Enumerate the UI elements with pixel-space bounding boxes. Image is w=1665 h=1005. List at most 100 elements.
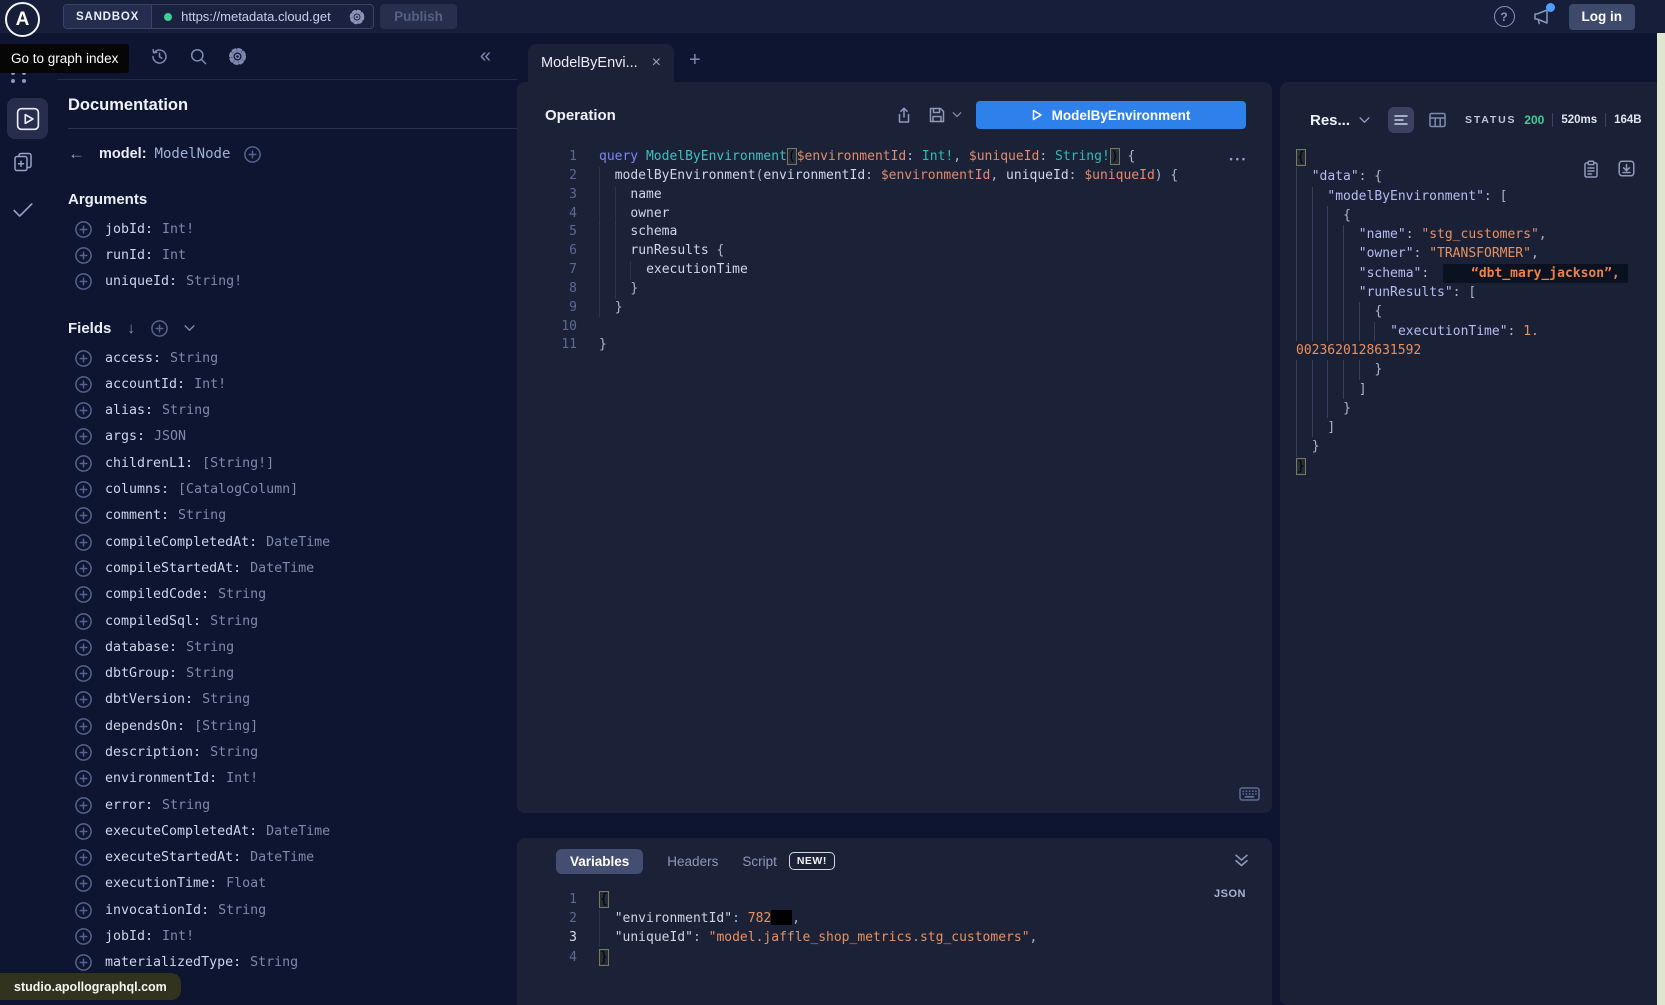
variables-editor[interactable]: 1{2"environmentId": 782,3"uniqueId": "mo… xyxy=(517,890,1272,967)
sidebar-item-schema[interactable] xyxy=(12,151,34,173)
doc-field-row[interactable]: accountId:Int! xyxy=(68,371,517,397)
add-to-query-icon[interactable] xyxy=(75,247,92,264)
doc-field-row[interactable]: columns:[CatalogColumn] xyxy=(68,476,517,502)
collapse-panel-icon[interactable]: « xyxy=(480,45,517,68)
add-to-query-icon[interactable] xyxy=(75,823,92,840)
add-to-query-icon[interactable] xyxy=(75,797,92,814)
add-to-query-icon[interactable] xyxy=(75,507,92,524)
doc-field-row[interactable]: args:JSON xyxy=(68,424,517,450)
sort-arrow-icon[interactable]: ↓ xyxy=(127,320,135,337)
doc-field-row[interactable]: compiledSql:String xyxy=(68,608,517,634)
add-to-query-icon[interactable] xyxy=(75,744,92,761)
doc-field-row[interactable]: compiledCode:String xyxy=(68,582,517,608)
response-title[interactable]: Res... xyxy=(1310,112,1350,129)
tab-variables[interactable]: Variables xyxy=(556,849,643,874)
add-to-query-icon[interactable] xyxy=(75,954,92,971)
add-to-query-icon[interactable] xyxy=(75,718,92,735)
doc-field-row[interactable]: alias:String xyxy=(68,397,517,423)
doc-field-row[interactable]: dbtGroup:String xyxy=(68,660,517,686)
endpoint-url-input[interactable]: https://metadata.cloud.get xyxy=(181,9,341,24)
connection-settings-gear-icon[interactable] xyxy=(349,9,365,25)
play-square-icon xyxy=(16,107,40,131)
back-arrow-icon[interactable]: ← xyxy=(68,144,85,164)
add-to-query-icon[interactable] xyxy=(75,350,92,367)
doc-field-row[interactable]: comment:String xyxy=(68,503,517,529)
share-icon[interactable] xyxy=(895,106,913,125)
field-type: [String] xyxy=(194,719,258,734)
collapse-variables-icon[interactable] xyxy=(1235,854,1248,867)
chevron-down-icon[interactable] xyxy=(184,325,195,332)
save-icon[interactable] xyxy=(928,106,946,124)
add-to-query-icon[interactable] xyxy=(75,428,92,445)
tab-headers[interactable]: Headers xyxy=(667,854,718,869)
doc-field-row[interactable]: executeCompletedAt:DateTime xyxy=(68,818,517,844)
settings-gear-icon[interactable] xyxy=(228,47,247,66)
add-to-query-icon[interactable] xyxy=(75,481,92,498)
doc-field-row[interactable]: access:String xyxy=(68,345,517,371)
search-icon[interactable] xyxy=(189,47,208,66)
doc-field-row[interactable]: executionTime:Float xyxy=(68,871,517,897)
add-all-fields-icon[interactable] xyxy=(151,320,168,337)
copy-response-icon[interactable] xyxy=(1583,160,1599,178)
add-to-query-icon[interactable] xyxy=(75,665,92,682)
argument-row[interactable]: uniqueId:String! xyxy=(68,269,517,295)
response-raw-view-icon[interactable] xyxy=(1388,107,1414,133)
doc-field-row[interactable]: dependsOn:[String] xyxy=(68,713,517,739)
docs-field-type[interactable]: ModelNode xyxy=(155,146,231,162)
argument-row[interactable]: jobId:Int! xyxy=(68,216,517,242)
endpoint-url-group: SANDBOX https://metadata.cloud.get xyxy=(63,4,374,29)
history-icon[interactable] xyxy=(150,47,169,66)
save-options-chevron-icon[interactable] xyxy=(952,112,962,118)
field-name: executionTime: xyxy=(105,876,217,891)
keyboard-shortcuts-icon[interactable] xyxy=(1239,787,1260,801)
field-name: executeStartedAt: xyxy=(105,850,241,865)
operation-editor[interactable]: 1query ModelByEnvironment($environmentId… xyxy=(517,148,1272,355)
sidebar-item-explorer[interactable] xyxy=(7,98,48,139)
add-to-query-icon[interactable] xyxy=(75,221,92,238)
add-to-query-icon[interactable] xyxy=(75,402,92,419)
add-to-query-icon[interactable] xyxy=(75,376,92,393)
new-tab-button[interactable]: + xyxy=(689,49,701,72)
doc-field-row[interactable]: error:String xyxy=(68,792,517,818)
sidebar-item-checks[interactable] xyxy=(12,201,34,219)
add-to-query-icon[interactable] xyxy=(244,146,261,163)
announcements-megaphone-icon[interactable] xyxy=(1532,7,1552,26)
apollo-logo[interactable]: A xyxy=(5,2,40,37)
add-to-query-icon[interactable] xyxy=(75,560,92,577)
tab-operation[interactable]: ModelByEnvi... × xyxy=(528,44,674,82)
add-to-query-icon[interactable] xyxy=(75,273,92,290)
doc-field-row[interactable]: description:String xyxy=(68,739,517,765)
response-table-view-icon[interactable] xyxy=(1429,112,1446,128)
doc-field-row[interactable]: database:String xyxy=(68,634,517,660)
doc-field-row[interactable]: executeStartedAt:DateTime xyxy=(68,845,517,871)
tab-close-icon[interactable]: × xyxy=(652,55,661,71)
add-to-query-icon[interactable] xyxy=(75,875,92,892)
tab-script[interactable]: Script xyxy=(742,854,777,869)
run-operation-button[interactable]: ModelByEnvironment xyxy=(976,101,1246,129)
editor-overflow-menu-icon[interactable]: ••• xyxy=(1230,154,1248,164)
add-to-query-icon[interactable] xyxy=(75,455,92,472)
doc-field-row[interactable]: dbtVersion:String xyxy=(68,687,517,713)
add-to-query-icon[interactable] xyxy=(75,586,92,603)
login-button[interactable]: Log in xyxy=(1569,4,1636,30)
add-to-query-icon[interactable] xyxy=(75,849,92,866)
add-to-query-icon[interactable] xyxy=(75,613,92,630)
response-chevron-icon[interactable] xyxy=(1359,117,1370,124)
doc-field-row[interactable]: jobId:Int! xyxy=(68,923,517,949)
add-to-query-icon[interactable] xyxy=(75,534,92,551)
doc-field-row[interactable]: childrenL1:[String!] xyxy=(68,450,517,476)
download-response-icon[interactable] xyxy=(1618,160,1635,178)
publish-button[interactable]: Publish xyxy=(380,4,457,29)
add-to-query-icon[interactable] xyxy=(75,639,92,656)
add-to-query-icon[interactable] xyxy=(75,770,92,787)
argument-row[interactable]: runId:Int xyxy=(68,242,517,268)
doc-field-row[interactable]: compileCompletedAt:DateTime xyxy=(68,529,517,555)
doc-field-row[interactable]: invocationId:String xyxy=(68,897,517,923)
doc-field-row[interactable]: environmentId:Int! xyxy=(68,766,517,792)
doc-field-row[interactable]: compileStartedAt:DateTime xyxy=(68,555,517,581)
add-to-query-icon[interactable] xyxy=(75,902,92,919)
add-to-query-icon[interactable] xyxy=(75,691,92,708)
add-to-query-icon[interactable] xyxy=(75,928,92,945)
help-icon[interactable]: ? xyxy=(1494,6,1515,27)
response-body[interactable]: {"data": {"modelByEnvironment": [{"name"… xyxy=(1280,148,1657,476)
